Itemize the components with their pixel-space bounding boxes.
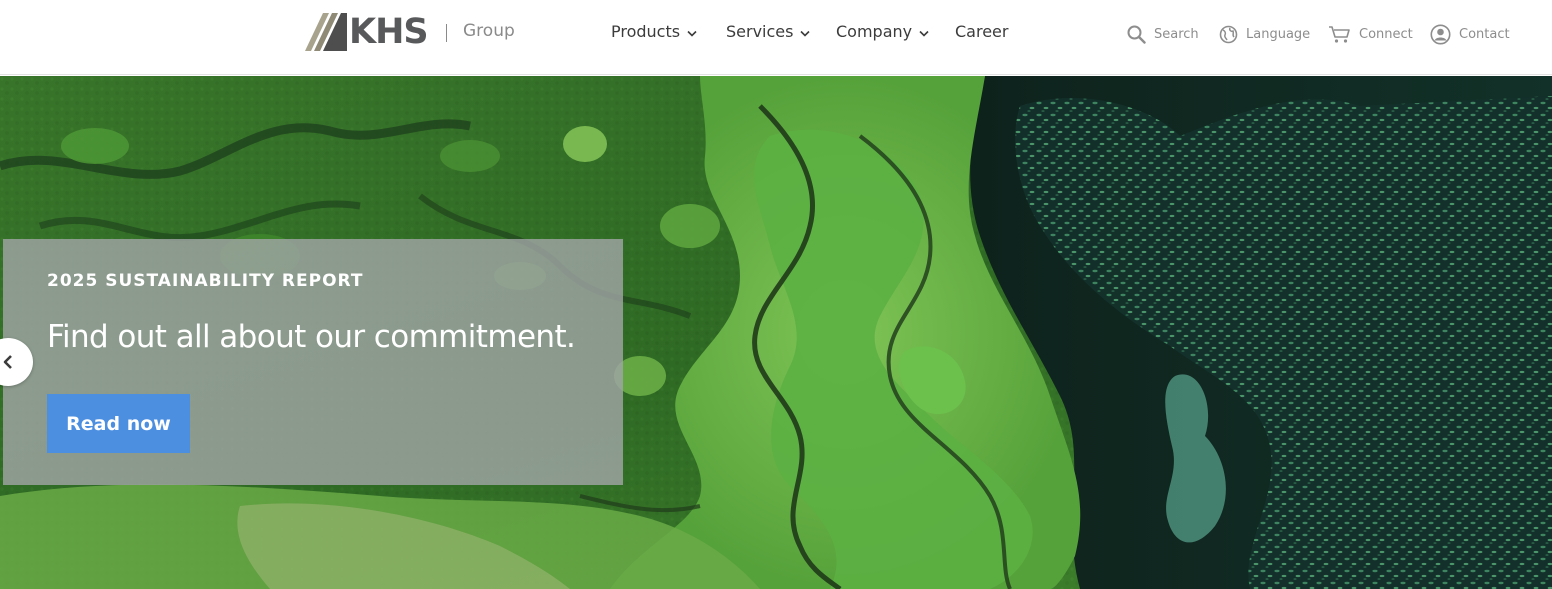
khs-logo-mark [305, 13, 347, 51]
contact-link[interactable]: Contact [1430, 22, 1510, 46]
logo-divider [446, 24, 447, 42]
connect-label: Connect [1359, 26, 1413, 42]
nav-item-label: Services [726, 22, 794, 41]
nav-item-career[interactable]: Career [955, 22, 1008, 41]
chevron-down-icon [800, 30, 811, 37]
nav-item-label: Career [955, 22, 1009, 41]
teaser-headline: Find out all about our commitment. [47, 319, 576, 355]
read-now-button[interactable]: Read now [47, 394, 190, 453]
user-icon [1430, 24, 1451, 44]
search-label: Search [1154, 26, 1199, 42]
connect-link[interactable]: Connect [1328, 22, 1413, 46]
teaser-eyebrow: 2025 SUSTAINABILITY REPORT [47, 271, 364, 291]
khs-logo[interactable]: KHS Group [305, 12, 515, 52]
site-header: KHS Group Products Services Company Care… [0, 0, 1552, 75]
search-link[interactable]: Search [1127, 22, 1199, 46]
nav-item-services[interactable]: Services [726, 22, 811, 41]
hero-banner: 2025 SUSTAINABILITY REPORT Find out all … [0, 76, 1552, 589]
cart-icon [1329, 25, 1350, 43]
nav-item-company[interactable]: Company [836, 22, 929, 41]
globe-icon [1219, 25, 1238, 43]
nav-item-label: Products [611, 22, 681, 41]
language-label: Language [1246, 26, 1311, 42]
nav-item-label: Company [836, 22, 913, 41]
chevron-down-icon [687, 30, 697, 37]
logo-group-label: Group [463, 21, 515, 41]
hero-teaser-box: 2025 SUSTAINABILITY REPORT Find out all … [3, 239, 623, 485]
contact-label: Contact [1459, 26, 1510, 42]
chevron-left-icon [3, 355, 12, 369]
language-link[interactable]: Language [1219, 22, 1310, 46]
logo-wordmark: KHS [349, 12, 429, 52]
nav-item-products[interactable]: Products [611, 22, 697, 41]
search-icon [1127, 25, 1146, 44]
chevron-down-icon [919, 30, 929, 37]
